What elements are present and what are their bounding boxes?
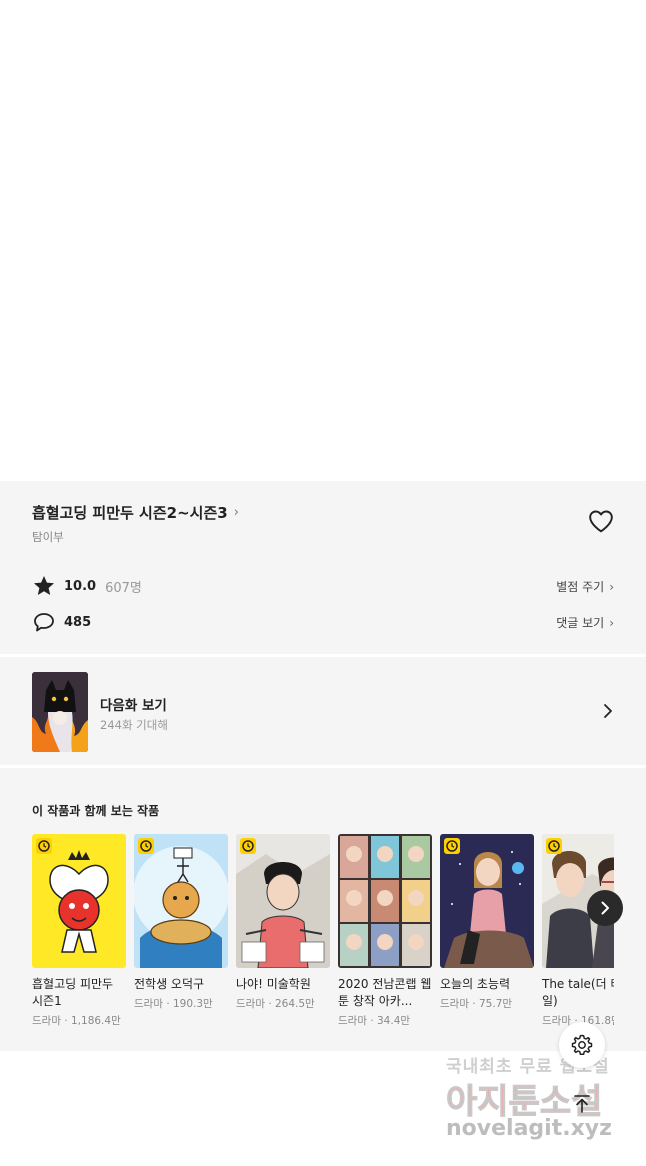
rating-count: 607명: [105, 580, 142, 596]
arrow-up-icon: [574, 1095, 590, 1113]
speech-bubble-icon: [34, 613, 54, 632]
watermark: 국내최초 무료 웹소설 아지툰소설 novelagit.xyz: [440, 1052, 630, 1152]
watermark-url: novelagit.xyz: [446, 1116, 612, 1141]
view-comments-label: 댓글 보기: [556, 616, 605, 630]
rate-button-label: 별점 주기: [556, 580, 605, 594]
rec-card-title: 2020 전남콘랩 웹툰 창작 아카...: [338, 977, 432, 1008]
rec-card-meta: 드라마 · 1,186.4만: [32, 1015, 121, 1027]
chevron-right-icon: ›: [609, 615, 614, 630]
rec-card-title: The tale(더 테일): [542, 977, 614, 1008]
rec-card[interactable]: 나야! 미술학원 드라마 · 264.5만: [236, 834, 330, 1011]
recommendations-heading: 이 작품과 함께 보는 작품: [32, 804, 160, 818]
rec-card-cover: [134, 834, 228, 968]
rec-card-title: 흡혈고딩 피만두 시즌1: [32, 977, 114, 1008]
next-episode-panel[interactable]: 다음화 보기 244화 기대해: [0, 657, 646, 765]
rec-card-title: 오늘의 초능력: [440, 977, 511, 991]
rec-card[interactable]: The tale(더 테일) 드라마 · 161.8만: [542, 834, 614, 1028]
rec-card-cover: [440, 834, 534, 968]
rec-card-cover: [236, 834, 330, 968]
carousel-next-button[interactable]: [587, 890, 623, 926]
rec-card-meta: 드라마 · 75.7만: [440, 998, 513, 1010]
rec-card-title: 나야! 미술학원: [236, 977, 311, 991]
clock-icon: [444, 838, 460, 854]
series-info-panel: 흡혈고딩 피만두 시즌2~시즌3 › 탐이부 10.0 607명 별점 주기 ›…: [0, 481, 646, 654]
rec-card-meta: 드라마 · 34.4만: [338, 1015, 411, 1027]
series-title: 흡혈고딩 피만두 시즌2~시즌3: [32, 504, 228, 522]
series-title-link[interactable]: 흡혈고딩 피만두 시즌2~시즌3 ›: [32, 502, 239, 523]
heart-icon[interactable]: [588, 509, 614, 533]
series-author: 탐이부: [32, 530, 64, 544]
clock-icon: [138, 838, 154, 854]
rate-button[interactable]: 별점 주기 ›: [556, 578, 614, 595]
comments-row: 485: [32, 610, 91, 634]
next-episode-title: 다음화 보기: [100, 698, 167, 714]
recommendations-carousel[interactable]: 흡혈고딩 피만두 시즌1 드라마 · 1,186.4만 전학생 오덕구 드라마 …: [32, 834, 614, 1044]
rec-card-cover: [32, 834, 126, 968]
gear-icon: [571, 1034, 593, 1056]
rating-value: 10.0: [64, 578, 97, 594]
comment-count: 485: [64, 614, 92, 630]
chevron-right-icon: ›: [233, 505, 239, 520]
recommendations-panel: 이 작품과 함께 보는 작품 흡혈고딩 피만두 시즌1 드라마 · 1,186.…: [0, 768, 646, 1051]
star-icon: [34, 576, 54, 595]
settings-button[interactable]: [559, 1022, 605, 1068]
scroll-to-top-button[interactable]: [569, 1092, 595, 1116]
rec-card[interactable]: 2020 전남콘랩 웹툰 창작 아카... 드라마 · 34.4만: [338, 834, 432, 1028]
rating-row: 10.0 607명: [32, 574, 142, 598]
rec-card[interactable]: 오늘의 초능력 드라마 · 75.7만: [440, 834, 534, 1011]
next-episode-subtitle: 244화 기대해: [100, 718, 168, 732]
rec-card-meta: 드라마 · 264.5만: [236, 998, 315, 1010]
clock-icon: [240, 838, 256, 854]
viewer-blank-area: [0, 0, 646, 481]
chevron-right-icon: ›: [609, 579, 614, 594]
clock-icon: [546, 838, 562, 854]
clock-icon: [36, 838, 52, 854]
rec-card-cover: [338, 834, 432, 968]
rec-card[interactable]: 흡혈고딩 피만두 시즌1 드라마 · 1,186.4만: [32, 834, 126, 1028]
rec-card-title: 전학생 오덕구: [134, 977, 205, 991]
rec-card-meta: 드라마 · 190.3만: [134, 998, 213, 1010]
view-comments-button[interactable]: 댓글 보기 ›: [556, 614, 614, 631]
rec-card[interactable]: 전학생 오덕구 드라마 · 190.3만: [134, 834, 228, 1011]
chevron-right-icon: [601, 901, 609, 915]
next-episode-thumbnail: [32, 672, 88, 752]
chevron-right-icon: [604, 704, 612, 718]
